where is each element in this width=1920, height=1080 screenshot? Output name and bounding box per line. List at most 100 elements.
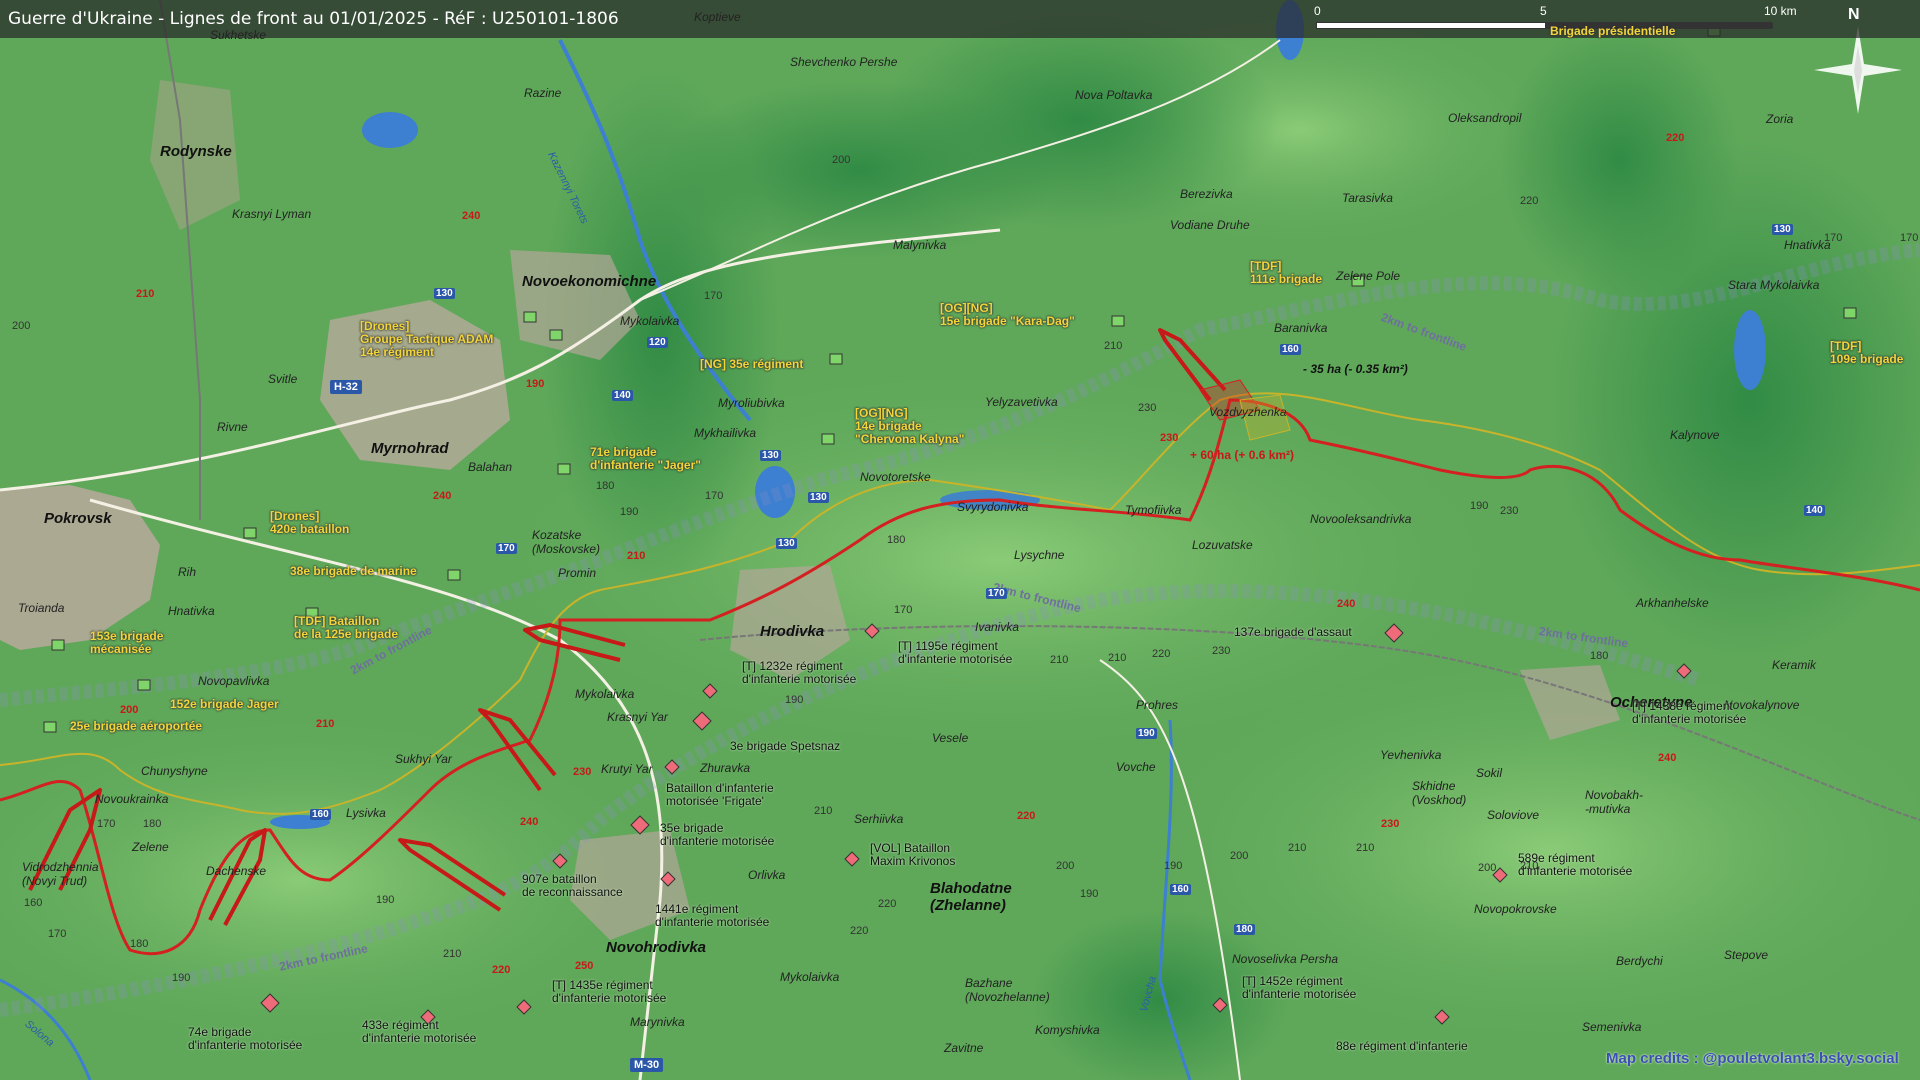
altitudes-red-r17-label: 220 xyxy=(492,964,511,976)
altitudes-a37-label: 200 xyxy=(1478,862,1497,874)
cities-blahodatne-label: Blahodatne (Zhelanne) xyxy=(930,880,1012,914)
towns-krasnyi-lyman-label: Krasnyi Lyman xyxy=(232,207,312,221)
units-ru-r13-label: 88e régiment d'infanterie xyxy=(1336,1039,1468,1053)
ua-unit-marker xyxy=(43,721,57,733)
altitudes-a3-label: 170 xyxy=(704,290,723,302)
altitudes-a8-label: 170 xyxy=(705,490,724,502)
territory-loss-label: - 35 ha (- 0.35 km²) xyxy=(1303,362,1408,376)
towns-mykolaivka-label: Mykolaivka xyxy=(620,314,680,328)
altitudes-a38-label: 210 xyxy=(1520,860,1539,872)
altitudes-a14-label: 190 xyxy=(1470,500,1489,512)
towns-lysychne-label: Lysychne xyxy=(1014,548,1065,562)
towns-balahan-label: Balahan xyxy=(468,460,513,474)
altitudes-a11-label: 210 xyxy=(1108,652,1127,664)
units-ru-r8-label: [VOL] Bataillon Maxim Krivonos xyxy=(870,841,956,868)
altitudes-a1-label: 200 xyxy=(12,320,31,332)
altitudes-a13-label: 230 xyxy=(1212,645,1231,657)
towns-koptieve-label: Koptieve xyxy=(694,10,741,24)
towns-stepove-label: Stepove xyxy=(1724,948,1769,962)
altitudes-a15-label: 180 xyxy=(1590,650,1609,662)
towns-vozdvyzhenka-label: Vozdvyzhenka xyxy=(1209,405,1287,419)
towns-lozuvatske-label: Lozuvatske xyxy=(1192,538,1253,552)
units-ru-r6-label: 1441e régiment d'infanterie motorisée xyxy=(655,902,770,929)
towns-dachenske-label: Dachenske xyxy=(206,864,267,878)
units-ru-r16-label: 74e brigade d'infanterie motorisée xyxy=(188,1025,303,1052)
altitudes-red-r8-label: 240 xyxy=(1337,598,1356,610)
valley-area xyxy=(1500,20,1740,300)
roads-r120-label: 120 xyxy=(647,337,668,348)
altitudes-a25-label: 210 xyxy=(1356,842,1375,854)
towns-baranivka-label: Baranivka xyxy=(1274,321,1328,335)
altitudes-a26-label: 190 xyxy=(376,894,395,906)
towns-rih-label: Rih xyxy=(178,565,197,579)
cities-novohrodivka-label: Novohrodivka xyxy=(606,939,707,956)
ua-unit-marker xyxy=(243,527,257,539)
roads-r130a-label: 130 xyxy=(434,288,455,299)
towns-sokil-label: Sokil xyxy=(1476,766,1503,780)
towns-yelyzavetivka-label: Yelyzavetivka xyxy=(985,395,1058,409)
altitudes-a23-label: 190 xyxy=(1164,860,1183,872)
north-label: N xyxy=(1848,6,1860,23)
reservoir xyxy=(362,112,418,148)
altitudes-red-r7-label: 230 xyxy=(1160,432,1179,444)
ua-unit-marker xyxy=(137,679,151,691)
altitudes-a16-label: 170 xyxy=(894,604,913,616)
north-indicator: N xyxy=(1814,6,1894,88)
ua-unit-marker xyxy=(821,433,835,445)
altitudes-a20-label: 220 xyxy=(850,925,869,937)
altitudes-red-r2-label: 240 xyxy=(462,210,481,222)
roads-r130c-label: 130 xyxy=(808,492,829,503)
altitudes-a24-label: 210 xyxy=(1288,842,1307,854)
cities-pokrovsk-label: Pokrovsk xyxy=(44,510,112,527)
altitudes-a2-label: 220 xyxy=(1520,195,1539,207)
towns-ivanivka-label: Ivanivka xyxy=(975,620,1020,634)
units-ru-r2-label: 3e brigade Spetsnaz xyxy=(730,739,841,753)
altitudes-a9-label: 180 xyxy=(887,534,906,546)
towns-rivne-label: Rivne xyxy=(217,420,248,434)
towns-vovche-label: Vovche xyxy=(1116,760,1156,774)
towns-krasnyi-yar-label: Krasnyi Yar xyxy=(607,710,668,724)
altitudes-red-r5-label: 210 xyxy=(627,550,646,562)
towns-tymofiivka-label: Tymofiivka xyxy=(1125,503,1182,517)
map-stage: Guerre d'Ukraine - Lignes de front au 01… xyxy=(0,0,1920,1080)
towns-novoukrainka-label: Novoukrainka xyxy=(95,792,169,806)
towns-zoria-label: Zoria xyxy=(1766,112,1794,126)
towns-keramik-label: Keramik xyxy=(1772,658,1817,672)
altitudes-red-r10-label: 210 xyxy=(316,718,335,730)
units-ru-r1-label: [T] 1232e régiment d'infanterie motorisée xyxy=(742,659,857,686)
altitudes-a10-label: 170 xyxy=(1824,232,1843,244)
roads-r170-label: 170 xyxy=(496,543,517,554)
units-ua-u3-label: 71e brigade d'infanterie "Jager" xyxy=(590,445,701,472)
towns-oleksandropil-label: Oleksandropil xyxy=(1448,111,1522,125)
altitudes-red-r12-label: 240 xyxy=(520,816,539,828)
towns-semenivka-label: Semenivka xyxy=(1582,1020,1642,1034)
map-credits: Map credits : @pouletvolant3.bsky.social xyxy=(1606,1050,1899,1067)
altitudes-red-r14-label: 230 xyxy=(1381,818,1400,830)
roads-r140a-label: 140 xyxy=(612,390,633,401)
roads-r130b-label: 130 xyxy=(760,450,781,461)
altitudes-a4-label: 200 xyxy=(832,154,851,166)
towns-skhidne-label: Skhidne (Voskhod) xyxy=(1412,779,1467,807)
terrain-map xyxy=(0,0,1920,1080)
towns-novoselivka-label: Novoselivka Persha xyxy=(1232,952,1339,966)
altitudes-a31-label: 180 xyxy=(130,938,149,950)
roads-r170b-label: 170 xyxy=(986,588,1007,599)
towns-troianda-label: Troianda xyxy=(18,601,65,615)
units-ua-u11-label: [OG][NG] 15e brigade "Kara-Dag" xyxy=(940,301,1075,328)
towns-berdychi-label: Berdychi xyxy=(1616,954,1663,968)
units-ru-r12-label: [T] 1452e régiment d'infanterie motorisée xyxy=(1242,974,1357,1001)
ua-unit-marker xyxy=(523,311,537,323)
altitudes-red-r13-label: 220 xyxy=(1017,810,1036,822)
roads-r130e-label: 130 xyxy=(1772,224,1793,235)
towns-myroliubivka-label: Myroliubivka xyxy=(718,396,785,410)
towns-mykolaivka-s-label: Mykolaivka xyxy=(575,687,635,701)
ua-unit-marker xyxy=(447,569,461,581)
scale-label-0: 0 xyxy=(1314,4,1321,18)
towns-novooleksandrivka-label: Novooleksandrivka xyxy=(1310,512,1412,526)
towns-yevhenivka-label: Yevhenivka xyxy=(1380,748,1442,762)
towns-vodiane-label: Vodiane Druhe xyxy=(1170,218,1250,232)
units-ru-r10-label: [T] 1438e régiment d'infanterie motorisée xyxy=(1632,699,1747,726)
units-ru-r3-label: Bataillon d'infanterie motorisée 'Frigate… xyxy=(666,781,774,808)
units-ua-u8-label: 25e brigade aéroportée xyxy=(70,719,203,733)
roads-m30-label: M-30 xyxy=(630,1058,664,1072)
